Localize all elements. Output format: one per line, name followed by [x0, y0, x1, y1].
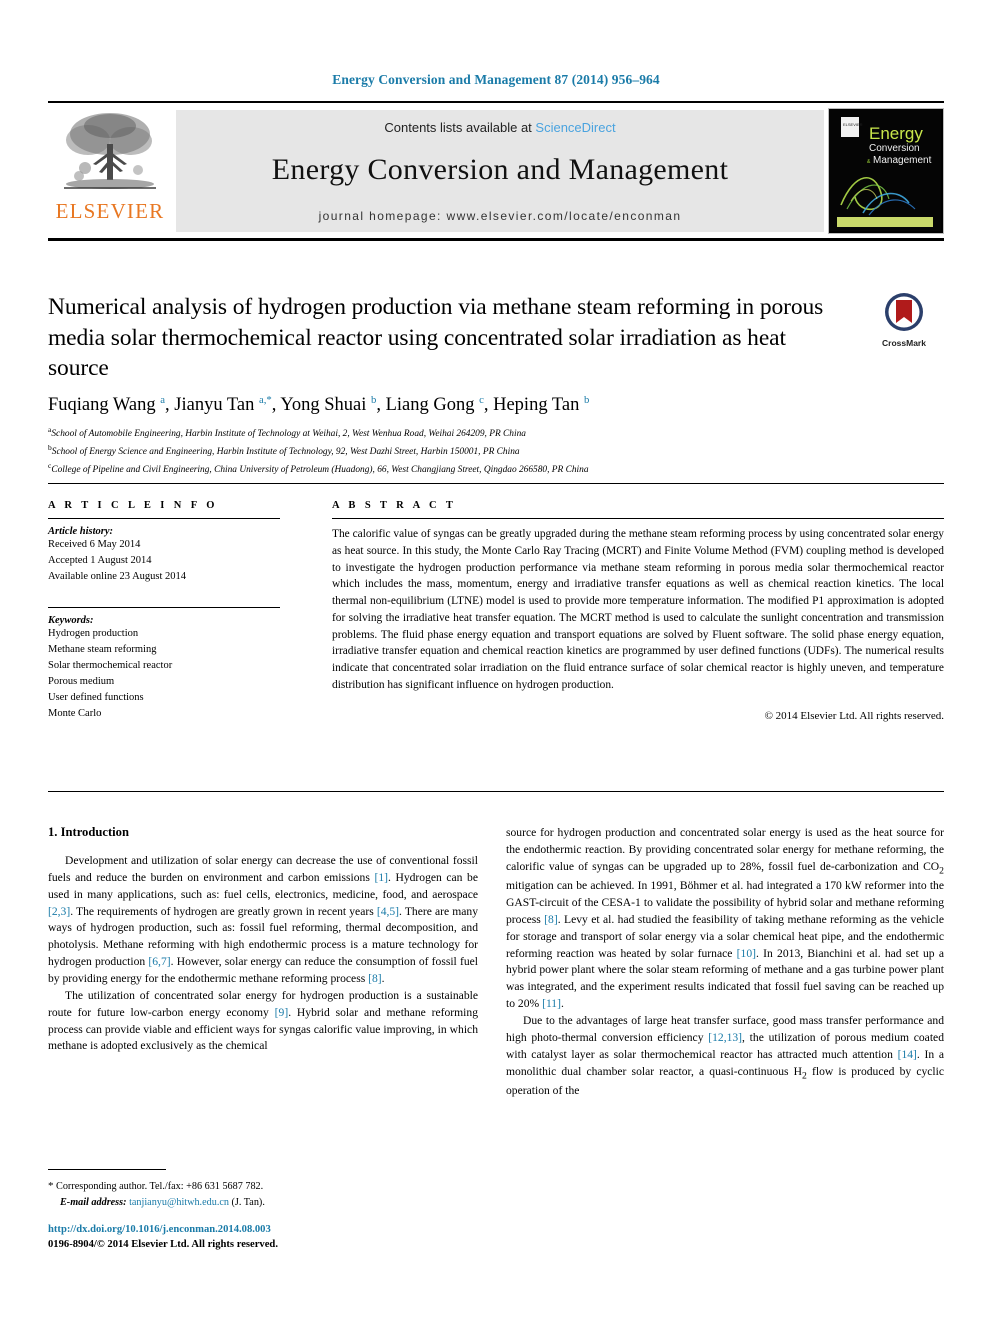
abstract-rule	[332, 518, 944, 519]
journal-masthead: ELSEVIER Contents lists available at Sci…	[48, 101, 944, 241]
affiliation-text-a: School of Automobile Engineering, Harbin…	[51, 429, 526, 440]
section-heading-introduction: 1. Introduction	[48, 825, 129, 839]
affiliation-c: cCollege of Pipeline and Civil Engineeri…	[48, 460, 938, 478]
journal-band: Contents lists available at ScienceDirec…	[176, 109, 824, 232]
svg-text:Energy: Energy	[869, 124, 923, 143]
body-column-left: 1. Introduction Development and utilizat…	[48, 825, 478, 1055]
keyword-item: Hydrogen production	[48, 627, 139, 639]
elsevier-logo: ELSEVIER	[48, 103, 172, 238]
running-head: Energy Conversion and Management 87 (201…	[332, 72, 660, 87]
paragraph: The utilization of concentrated solar en…	[48, 988, 479, 1053]
footnote-block: * Corresponding author. Tel./fax: +86 63…	[48, 1178, 478, 1211]
affiliation-list: aSchool of Automobile Engineering, Harbi…	[48, 424, 938, 478]
paragraph: Development and utilization of solar ene…	[48, 854, 478, 986]
svg-text:Management: Management	[873, 155, 932, 166]
issn-copyright: 0196-8904/© 2014 Elsevier Ltd. All right…	[48, 1239, 278, 1251]
page-title: Numerical analysis of hydrogen productio…	[48, 294, 824, 382]
corresponding-author-note: * Corresponding author. Tel./fax: +86 63…	[48, 1178, 478, 1195]
doi-link[interactable]: http://dx.doi.org/10.1016/j.enconman.201…	[48, 1222, 478, 1237]
svg-text:ELSEVIER: ELSEVIER	[843, 122, 863, 127]
article-info-heading: A R T I C L E I N F O	[48, 500, 218, 511]
abstract-copyright: © 2014 Elsevier Ltd. All rights reserved…	[764, 709, 944, 722]
affiliation-b: bSchool of Energy Science and Engineerin…	[48, 442, 938, 460]
article-info-rule	[48, 518, 280, 519]
keywords-label: Keywords:	[48, 614, 94, 626]
email-link[interactable]: tanjianyu@hitwh.edu.cn	[129, 1197, 229, 1208]
asterisk-icon: *	[48, 1180, 54, 1192]
author-list: Fuqiang Wang a, Jianyu Tan a,*, Yong Shu…	[48, 394, 590, 416]
email-owner: (J. Tan).	[231, 1197, 265, 1209]
keyword-item: Monte Carlo	[48, 707, 102, 719]
paragraph: source for hydrogen production and conce…	[506, 826, 944, 1011]
journal-cover-art: ELSEVIER Energy Conversion & Management	[829, 108, 941, 231]
body-column-right: source for hydrogen production and conce…	[506, 825, 944, 1100]
keywords-rule	[48, 606, 280, 608]
affiliation-a: aSchool of Automobile Engineering, Harbi…	[48, 424, 938, 442]
sciencedirect-link[interactable]: ScienceDirect	[535, 120, 615, 135]
svg-text:Conversion: Conversion	[869, 143, 920, 154]
contents-available-line: Contents lists available at ScienceDirec…	[384, 120, 615, 135]
abstract-text: The calorific value of syngas can be gre…	[332, 528, 944, 691]
paragraph: Due to the advantages of large heat tran…	[506, 1013, 944, 1097]
keyword-item: Methane steam reforming	[48, 643, 157, 655]
crossmark-icon	[885, 293, 923, 331]
email-label: E-mail address:	[60, 1197, 127, 1209]
keyword-item: User defined functions	[48, 691, 144, 703]
journal-homepage-link[interactable]: journal homepage: www.elsevier.com/locat…	[319, 209, 682, 223]
footnote-rule	[48, 1169, 166, 1170]
article-history-label: Article history:	[48, 526, 114, 537]
journal-cover-thumbnail[interactable]: ELSEVIER Energy Conversion & Management	[828, 107, 944, 234]
doi-block: http://dx.doi.org/10.1016/j.enconman.201…	[48, 1222, 478, 1253]
info-section-top-rule	[48, 483, 944, 484]
email-note: E-mail address: tanjianyu@hitwh.edu.cn (…	[48, 1195, 478, 1211]
abstract-heading: A B S T R A C T	[332, 500, 457, 511]
info-section-bottom-rule	[48, 791, 944, 792]
elsevier-wordmark: ELSEVIER	[55, 199, 165, 223]
affiliation-text-c: College of Pipeline and Civil Engineerin…	[51, 465, 589, 476]
abstract-block: A B S T R A C T The calorific value of s…	[332, 500, 944, 722]
elsevier-tree-icon	[64, 113, 156, 189]
corresponding-author-text: Corresponding author. Tel./fax: +86 631 …	[56, 1181, 264, 1192]
contents-prefix: Contents lists available at	[384, 119, 536, 135]
keyword-item: Solar thermochemical reactor	[48, 659, 173, 671]
crossmark-badge[interactable]: CrossMark	[856, 292, 952, 348]
crossmark-label: CrossMark	[882, 338, 926, 348]
journal-article-page: Energy Conversion and Management 87 (201…	[0, 0, 992, 1323]
history-received: Received 6 May 2014	[48, 539, 141, 550]
keyword-item: Porous medium	[48, 675, 115, 687]
history-accepted: Accepted 1 August 2014	[48, 554, 152, 566]
history-available-online: Available online 23 August 2014	[48, 570, 187, 582]
affiliation-text-b: School of Energy Science and Engineering…	[51, 447, 520, 458]
article-info-block: A R T I C L E I N F O Article history: R…	[48, 500, 280, 722]
journal-title: Energy Conversion and Management	[271, 152, 729, 186]
title-block: Numerical analysis of hydrogen productio…	[48, 292, 838, 384]
